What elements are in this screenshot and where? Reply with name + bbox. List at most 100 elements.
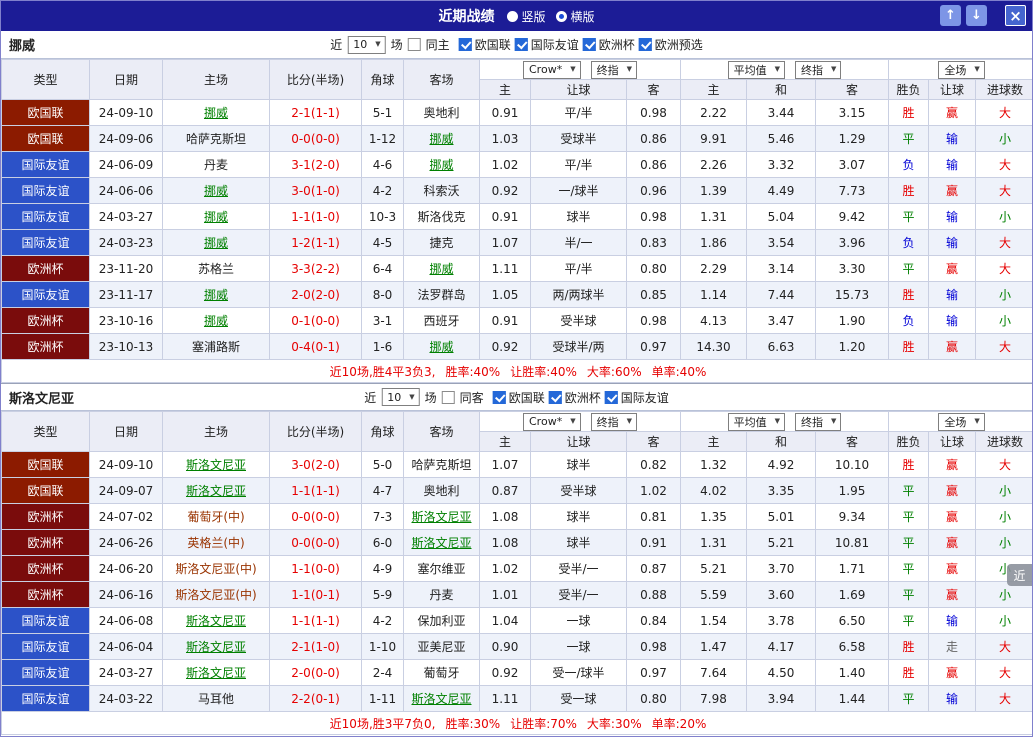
scope-select[interactable]: 全场 ▼	[938, 60, 985, 79]
home-team[interactable]: 塞浦路斯	[162, 333, 270, 360]
match-score[interactable]: 1-1(0-1)	[269, 581, 362, 608]
home-team[interactable]: 斯洛文尼亚	[162, 659, 270, 686]
away-team[interactable]: 塞尔维亚	[403, 555, 480, 582]
home-team[interactable]: 苏格兰	[162, 255, 270, 282]
final-odds-select[interactable]: 终指 ▼	[590, 412, 637, 431]
competition-checkbox[interactable]: 欧国联	[458, 36, 511, 53]
match-score[interactable]: 3-3(2-2)	[269, 255, 362, 282]
final-odds-select[interactable]: 终指 ▼	[590, 60, 637, 79]
match-score[interactable]: 1-1(1-1)	[269, 607, 362, 634]
competition-checkbox[interactable]: 欧洲杯	[582, 36, 635, 53]
average-odds-select[interactable]: 平均值 ▼	[727, 60, 786, 79]
bookmaker-select[interactable]: Crow* ▼	[523, 412, 581, 431]
away-team[interactable]: 葡萄牙	[403, 659, 480, 686]
home-team[interactable]: 挪威	[162, 307, 270, 334]
home-team[interactable]: 斯洛文尼亚	[162, 477, 270, 504]
competition-checkbox[interactable]: 国际友谊	[604, 389, 669, 406]
away-team[interactable]: 保加利亚	[403, 607, 480, 634]
final-odds-select[interactable]: 终指 ▼	[795, 412, 842, 431]
scroll-down-button[interactable]: ↓	[966, 5, 987, 26]
match-score[interactable]: 2-1(1-0)	[269, 633, 362, 660]
competition-checkbox[interactable]: 国际友谊	[514, 36, 579, 53]
result-wdl: 平	[888, 125, 930, 152]
away-team[interactable]: 斯洛文尼亚	[403, 503, 480, 530]
match-score[interactable]: 2-1(1-1)	[269, 99, 362, 126]
match-score[interactable]: 1-1(0-0)	[269, 555, 362, 582]
same-venue-checkbox[interactable]	[441, 390, 455, 404]
match-date: 24-03-27	[89, 203, 163, 230]
match-score[interactable]: 0-0(0-0)	[269, 503, 362, 530]
odds-away: 0.84	[626, 607, 681, 634]
home-team[interactable]: 斯洛文尼亚(中)	[162, 555, 270, 582]
layout-radio[interactable]: 竖版	[506, 8, 546, 25]
home-team[interactable]: 丹麦	[162, 151, 270, 178]
avg-odds-away: 9.34	[814, 503, 890, 530]
home-team[interactable]: 挪威	[162, 229, 270, 256]
away-team[interactable]: 科索沃	[403, 177, 480, 204]
away-team[interactable]: 法罗群岛	[403, 281, 480, 308]
scope-select[interactable]: 全场 ▼	[938, 412, 985, 431]
match-score[interactable]: 0-1(0-0)	[269, 307, 362, 334]
match-score[interactable]: 3-1(2-0)	[269, 151, 362, 178]
match-score[interactable]: 2-2(0-1)	[269, 685, 362, 712]
away-team[interactable]: 挪威	[403, 151, 480, 178]
match-score[interactable]: 2-0(0-0)	[269, 659, 362, 686]
home-team[interactable]: 斯洛文尼亚(中)	[162, 581, 270, 608]
home-team[interactable]: 葡萄牙(中)	[162, 503, 270, 530]
match-score[interactable]: 0-0(0-0)	[269, 529, 362, 556]
home-team[interactable]: 挪威	[162, 203, 270, 230]
match-score[interactable]: 1-1(1-0)	[269, 203, 362, 230]
away-team[interactable]: 挪威	[403, 333, 480, 360]
away-team[interactable]: 捷克	[403, 229, 480, 256]
home-team[interactable]: 英格兰(中)	[162, 529, 270, 556]
average-odds-select[interactable]: 平均值 ▼	[727, 412, 786, 431]
competition-checkbox[interactable]: 欧洲预选	[638, 36, 703, 53]
away-team[interactable]: 亚美尼亚	[403, 633, 480, 660]
away-team[interactable]: 哈萨克斯坦	[403, 451, 480, 478]
same-venue-checkbox[interactable]	[407, 38, 421, 51]
scroll-up-button[interactable]: ↑	[940, 5, 961, 26]
match-score[interactable]: 3-0(1-0)	[269, 177, 362, 204]
home-team[interactable]: 挪威	[162, 99, 270, 126]
recent-count-select[interactable]: 10 ▼	[347, 35, 386, 54]
home-team[interactable]: 斯洛文尼亚	[162, 451, 270, 478]
layout-radio[interactable]: 横版	[555, 8, 595, 25]
home-team[interactable]: 挪威	[162, 177, 270, 204]
away-team[interactable]: 西班牙	[403, 307, 480, 334]
home-team[interactable]: 哈萨克斯坦	[162, 125, 270, 152]
away-team[interactable]: 奥地利	[403, 477, 480, 504]
floating-nav-button[interactable]: 近	[1007, 564, 1032, 586]
match-score[interactable]: 1-2(1-1)	[269, 229, 362, 256]
away-team[interactable]: 奥地利	[403, 99, 480, 126]
match-score[interactable]: 1-1(1-1)	[269, 477, 362, 504]
home-team[interactable]: 斯洛文尼亚	[162, 607, 270, 634]
competition-checkbox[interactable]: 欧洲杯	[548, 389, 601, 406]
away-team[interactable]: 斯洛文尼亚	[403, 529, 480, 556]
away-team[interactable]: 挪威	[403, 255, 480, 282]
col-header-result: 胜负	[888, 79, 930, 100]
competition-badge: 欧洲杯	[1, 307, 90, 334]
odds-handicap: 一球	[530, 607, 627, 634]
bookmaker-select[interactable]: Crow* ▼	[523, 60, 581, 79]
home-team[interactable]: 斯洛文尼亚	[162, 633, 270, 660]
home-team[interactable]: 挪威	[162, 281, 270, 308]
competition-badge: 国际友谊	[1, 633, 90, 660]
close-button[interactable]: ×	[1005, 5, 1026, 26]
competition-checkbox[interactable]: 欧国联	[492, 389, 545, 406]
recent-count-select[interactable]: 10 ▼	[381, 388, 420, 406]
home-team[interactable]: 马耳他	[162, 685, 270, 712]
avg-odds-away: 1.44	[814, 685, 890, 712]
away-team[interactable]: 斯洛文尼亚	[403, 685, 480, 712]
final-odds-select[interactable]: 终指 ▼	[795, 60, 842, 79]
result-wdl: 平	[888, 607, 930, 634]
away-team[interactable]: 丹麦	[403, 581, 480, 608]
away-team[interactable]: 斯洛伐克	[403, 203, 480, 230]
away-team[interactable]: 挪威	[403, 125, 480, 152]
match-score[interactable]: 0-4(0-1)	[269, 333, 362, 360]
match-score[interactable]: 2-0(2-0)	[269, 281, 362, 308]
match-row: 国际友谊 24-06-09 丹麦 3-1(2-0) 4-6 挪威 1.02 平/…	[1, 151, 1032, 178]
match-score[interactable]: 0-0(0-0)	[269, 125, 362, 152]
col-header-handicap-result: 让球	[928, 431, 977, 452]
match-score[interactable]: 3-0(2-0)	[269, 451, 362, 478]
checkbox-icon	[548, 390, 562, 404]
